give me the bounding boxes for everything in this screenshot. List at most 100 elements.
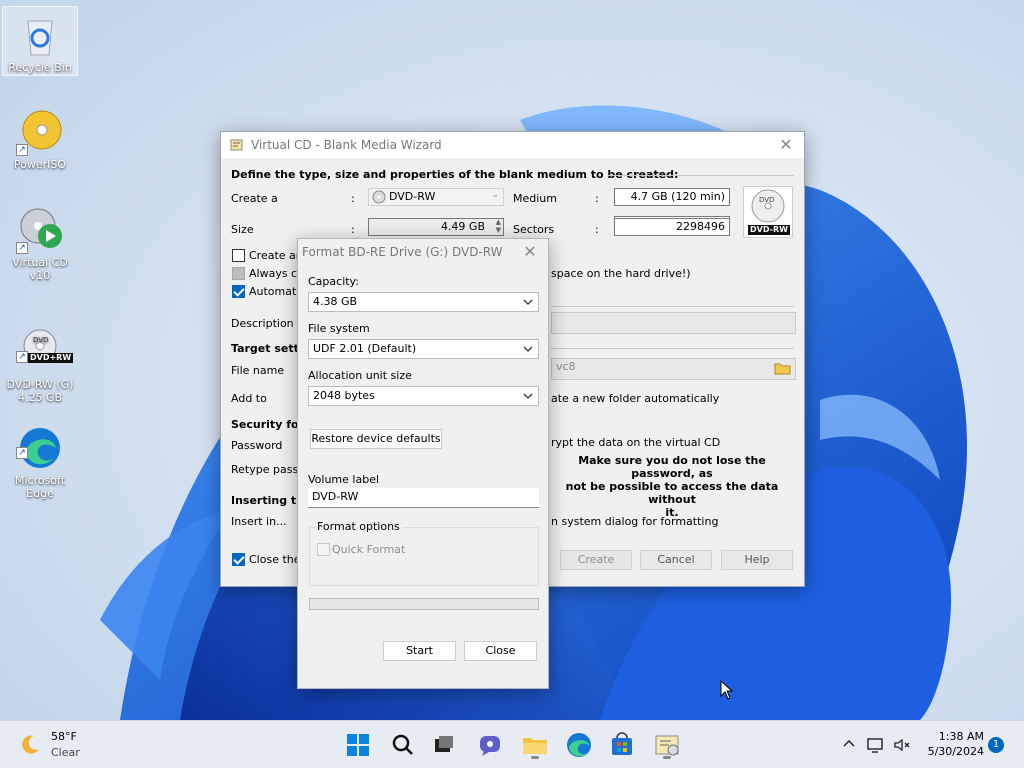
notification-badge[interactable]: 1	[988, 737, 1004, 753]
recycle-bin-icon	[16, 11, 64, 59]
close-button[interactable]: Close	[464, 641, 537, 661]
tray-volume-button[interactable]	[892, 735, 912, 755]
size-spinbox[interactable]: 4.49 GB ▲ ▼	[368, 218, 504, 236]
format-titlebar[interactable]: Format BD-RE Drive (G:) DVD-RW ✕	[298, 239, 548, 265]
svg-text:DVD: DVD	[33, 336, 48, 344]
allocation-select[interactable]: 2048 bytes	[308, 386, 539, 406]
allocation-label: Allocation unit size	[308, 369, 412, 382]
create-a-select[interactable]: DVD-RW ⌄	[368, 188, 504, 206]
create-a-value: DVD-RW	[389, 190, 436, 203]
create-an-label: Create an	[249, 249, 303, 262]
size-label: Size	[231, 223, 254, 236]
wizard-title: Virtual CD - Blank Media Wizard	[251, 138, 442, 152]
folder-open-icon[interactable]	[774, 361, 792, 375]
medium-value: 4.7 GB (120 min)	[630, 190, 725, 203]
restore-defaults-button[interactable]: Restore device defaults	[310, 429, 442, 449]
media-type-image: DVD DVD-RW	[743, 186, 793, 238]
chevron-up-icon	[843, 739, 855, 747]
chevron-down-icon: ⌄	[491, 190, 499, 200]
media-badge: DVD-RW	[748, 225, 790, 235]
mouse-cursor-icon	[720, 680, 734, 700]
windows-start-icon	[347, 734, 369, 756]
running-indicator	[531, 756, 539, 759]
clock-date: 5/30/2024	[927, 745, 984, 758]
sectors-field: 2298496	[614, 218, 730, 236]
format-close-icon[interactable]: ✕	[520, 242, 540, 262]
capacity-select[interactable]: 4.38 GB	[308, 292, 539, 312]
close-checkbox[interactable]	[232, 553, 245, 566]
edge-button[interactable]	[563, 729, 595, 761]
desktop-icon-dvd-drive[interactable]: DVD ↗ DVD+RW DVD-RW (G) 4.25 GB	[2, 302, 78, 404]
dvd-badge: DVD+RW	[28, 353, 74, 363]
desktop-icon-label: PowerISO	[13, 158, 67, 171]
file-explorer-button[interactable]	[519, 729, 551, 761]
cancel-button[interactable]: Cancel	[640, 550, 712, 570]
automatic-checkbox[interactable]	[232, 285, 245, 298]
desktop-icon-virtual-cd[interactable]: ↗ Virtual CD v10	[2, 206, 78, 282]
wizard-close-icon[interactable]: ✕	[776, 135, 796, 155]
search-button[interactable]	[387, 729, 419, 761]
poweriso-icon: ↗	[16, 108, 64, 156]
shortcut-arrow-icon: ↗	[16, 447, 28, 459]
hard-drive-note: space on the hard drive!)	[551, 267, 691, 280]
volume-label-value: DVD-RW	[312, 490, 359, 503]
weather-widget[interactable]: 58°F Clear	[16, 729, 96, 761]
virtual-cd-icon: ↗	[16, 206, 64, 254]
tray-display-button[interactable]	[866, 735, 886, 755]
teams-chat-button[interactable]	[474, 729, 506, 761]
search-icon	[392, 734, 413, 755]
create-an-checkbox[interactable]	[232, 249, 245, 262]
chevron-down-icon	[523, 299, 533, 305]
file-system-select[interactable]: UDF 2.01 (Default)	[308, 339, 539, 359]
quick-format-label: Quick Format	[332, 543, 406, 556]
dvd-disc-icon: DVD	[751, 189, 785, 223]
task-view-icon	[435, 736, 453, 752]
always-create-checkbox	[232, 267, 245, 280]
taskbar: 58°F Clear 1:38 AM 5/30/2024 1	[0, 720, 1024, 768]
shortcut-arrow-icon: ↗	[16, 144, 28, 156]
task-view-button[interactable]	[428, 729, 460, 761]
medium-value-field: 4.7 GB (120 min)	[614, 188, 730, 206]
store-button[interactable]	[606, 729, 638, 761]
create-button[interactable]: Create	[560, 550, 632, 570]
display-icon	[867, 738, 883, 753]
weather-desc: Clear	[51, 746, 80, 759]
virtual-cd-taskbar-button[interactable]	[651, 729, 683, 761]
file-name-value: vc8	[556, 360, 576, 373]
volume-label-label: Volume label	[308, 473, 380, 486]
spin-arrows-icon: ▲ ▼	[495, 218, 501, 234]
divider	[551, 306, 794, 307]
file-name-field[interactable]: vc8	[551, 358, 796, 380]
colon: :	[595, 192, 599, 205]
desktop-icon-edge[interactable]: ↗ Microsoft Edge	[2, 398, 78, 500]
password-label: Password	[231, 439, 283, 452]
heading-divider	[608, 175, 794, 176]
notification-count: 1	[992, 739, 1000, 750]
volume-label-input[interactable]: DVD-RW	[308, 488, 539, 508]
description-field[interactable]	[551, 312, 796, 334]
help-button[interactable]: Help	[721, 550, 793, 570]
sectors-value: 2298496	[676, 220, 725, 233]
format-dialog-window: Format BD-RE Drive (G:) DVD-RW ✕ Capacit…	[297, 238, 549, 689]
svg-text:DVD: DVD	[759, 196, 774, 204]
wizard-titlebar[interactable]: Virtual CD - Blank Media Wizard ✕	[221, 132, 804, 158]
colon: :	[351, 223, 355, 236]
shortcut-arrow-icon: ↗	[16, 242, 28, 254]
chevron-down-icon	[523, 393, 533, 399]
start-button[interactable]: Start	[383, 641, 456, 661]
desktop-icon-label: Virtual CD v10	[12, 256, 68, 282]
chevron-down-icon	[523, 346, 533, 352]
edge-icon: ↗	[16, 411, 64, 468]
clock[interactable]: 1:38 AM 5/30/2024	[920, 729, 984, 759]
show-hidden-icons-button[interactable]	[840, 735, 858, 753]
desktop-icon-recycle-bin[interactable]: Recycle Bin	[2, 6, 78, 76]
moon-icon	[22, 735, 39, 754]
format-title: Format BD-RE Drive (G:) DVD-RW	[302, 245, 503, 259]
desktop-icon-poweriso[interactable]: ↗ PowerISO	[2, 108, 78, 171]
store-icon	[612, 732, 632, 755]
disc-icon	[372, 190, 386, 204]
file-system-value: UDF 2.01 (Default)	[313, 342, 417, 355]
start-button[interactable]	[342, 729, 374, 761]
desktop-icon-label: Microsoft Edge	[14, 474, 66, 500]
description-label: Description	[231, 317, 294, 330]
